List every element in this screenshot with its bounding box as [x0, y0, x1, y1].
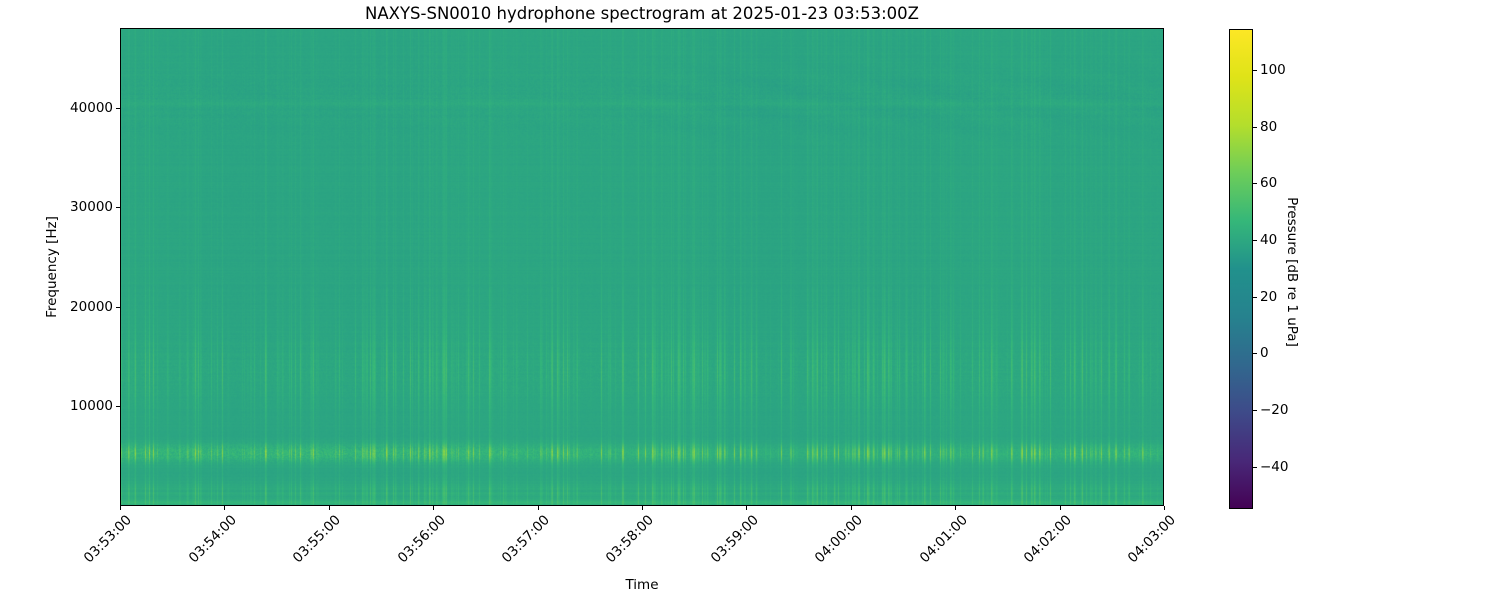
x-tick-mark: [224, 506, 226, 510]
x-tick-label: 04:02:00: [1020, 512, 1075, 567]
x-tick-label: 03:55:00: [289, 512, 345, 567]
x-tick-label: 04:01:00: [916, 512, 971, 567]
x-tick-mark: [1164, 506, 1165, 510]
colorbar-tick-mark: [1253, 70, 1257, 72]
y-tick-label: 20000: [70, 298, 113, 315]
colorbar-tick-label: −40: [1260, 458, 1289, 475]
x-tick-mark: [746, 506, 748, 510]
x-tick-label: 03:57:00: [498, 512, 553, 567]
colorbar-tick-mark: [1253, 239, 1257, 241]
x-tick-label: 03:58:00: [603, 512, 658, 567]
y-tick-mark: [116, 406, 120, 408]
x-tick-label: 03:53:00: [81, 512, 136, 567]
y-tick-label: 40000: [70, 99, 113, 116]
colorbar-label: Pressure [dB re 1 uPa]: [1284, 197, 1300, 347]
x-tick-mark: [328, 506, 330, 510]
colorbar-tick-label: −20: [1260, 401, 1289, 418]
colorbar-tick-mark: [1253, 126, 1257, 128]
colorbar-tick-label: 40: [1260, 231, 1278, 248]
spectrogram-figure: NAXYS-SN0010 hydrophone spectrogram at 2…: [0, 0, 1500, 600]
x-axis-label: Time: [625, 577, 659, 593]
x-tick-label: 03:59:00: [707, 512, 762, 567]
y-axis-label: Frequency [Hz]: [44, 216, 60, 318]
colorbar-tick-label: 60: [1260, 175, 1278, 192]
colorbar-tick-mark: [1253, 183, 1257, 185]
colorbar-tick-label: 0: [1260, 345, 1269, 362]
y-tick-mark: [116, 306, 120, 308]
colorbar-tick-mark: [1253, 296, 1257, 298]
x-tick-mark: [537, 506, 539, 510]
x-tick-mark: [1059, 506, 1061, 510]
colorbar-tick-label: 20: [1260, 288, 1278, 305]
colorbar-tick-label: 80: [1260, 118, 1278, 135]
y-tick-label: 30000: [70, 199, 113, 216]
x-tick-mark: [955, 506, 957, 510]
x-tick-mark: [433, 506, 435, 510]
colorbar-tick-mark: [1253, 466, 1257, 468]
colorbar-gradient: [1229, 29, 1253, 509]
colorbar-tick-label: 100: [1260, 62, 1286, 79]
y-tick-label: 10000: [70, 398, 113, 415]
x-tick-mark: [642, 506, 643, 510]
colorbar-tick-mark: [1253, 353, 1257, 355]
x-tick-label: 04:03:00: [1125, 512, 1180, 567]
y-tick-mark: [116, 107, 120, 109]
colorbar-tick-mark: [1253, 409, 1257, 411]
x-tick-label: 03:56:00: [394, 512, 449, 567]
x-tick-mark: [120, 506, 121, 510]
x-tick-label: 03:54:00: [185, 512, 240, 567]
y-tick-mark: [116, 207, 120, 209]
x-tick-mark: [850, 506, 852, 510]
x-tick-label: 04:00:00: [811, 512, 867, 567]
chart-title: NAXYS-SN0010 hydrophone spectrogram at 2…: [365, 4, 919, 23]
spectrogram-heatmap: [120, 28, 1164, 506]
